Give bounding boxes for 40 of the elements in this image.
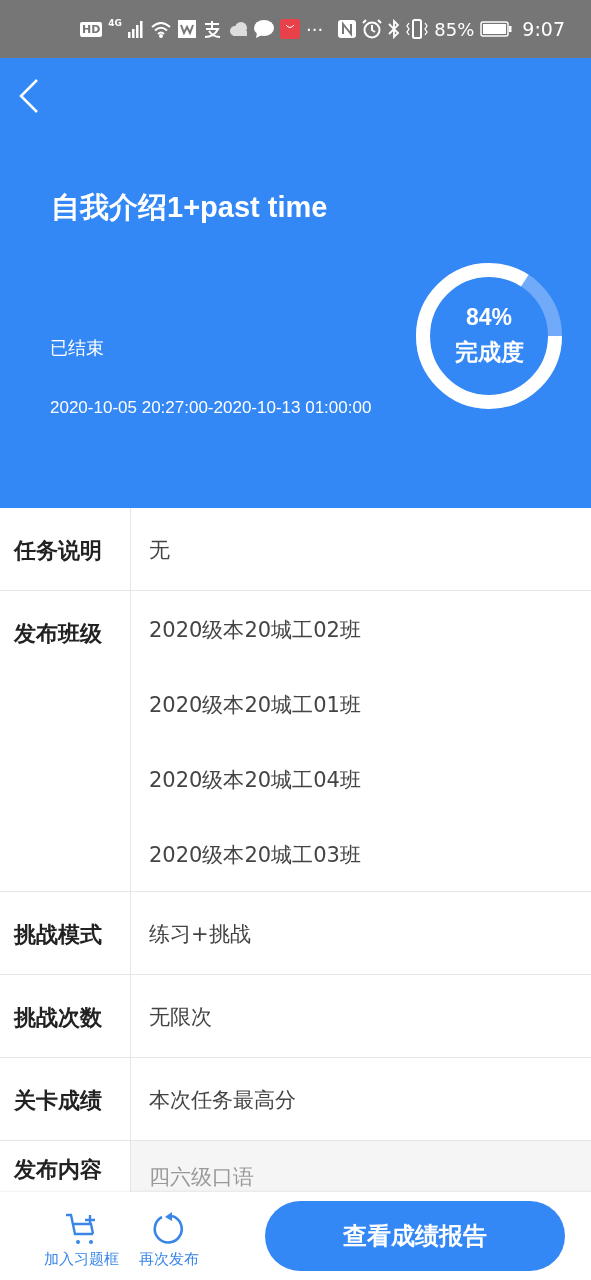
signal-icon [128,20,144,38]
more-indicator: ··· [306,18,324,40]
field-value: 2020级本20城工03班 [148,842,362,869]
action-button[interactable]: 加入习题框 [44,1211,119,1269]
back-icon[interactable] [18,78,40,114]
time-range: 2020-10-05 20:27:00-2020-10-13 01:00:00 [50,398,372,418]
hd-badge: HD [80,21,103,37]
field-label: 任务说明 [0,508,131,590]
chat-bubble-icon [254,20,274,38]
document-icon [178,20,196,38]
field-label: 关卡成绩 [0,1058,131,1140]
field-value: 2020级本20城工04班 [148,767,362,794]
network-label: 4G [108,18,122,28]
completion-label: 完成度 [454,338,524,367]
vibrate-icon [406,19,429,39]
action-button[interactable]: 再次发布 [139,1211,199,1269]
field-label: 发布班级 [0,591,131,891]
pay-icon [202,20,222,38]
field-value: 无限次 [148,1004,213,1031]
task-title: 自我介绍1+past time [51,190,328,225]
nfc-icon [338,20,357,38]
clock-time: 9:07 [522,18,565,40]
field-value: 无 [148,537,171,564]
field-label: 挑战次数 [0,975,131,1057]
task-status: 已结束 [50,336,104,360]
field-value: 四六级口语 [148,1164,255,1191]
field-value: 2020级本20城工02班 [148,617,362,644]
view-report-button[interactable]: 查看成绩报告 [265,1201,565,1271]
battery-icon [480,21,513,37]
cloud-icon [228,22,248,36]
field-value: 本次任务最高分 [148,1087,297,1114]
field-value: 2020级本20城工01班 [148,692,362,719]
field-value: 练习+挑战 [148,921,252,948]
completion-percent: 84% [465,304,512,331]
alarm-icon [362,19,383,39]
battery-percent: 85% [434,18,475,40]
bluetooth-icon [388,19,401,39]
wifi-icon [150,20,172,38]
refresh-icon [152,1211,186,1246]
field-label: 挑战模式 [0,892,131,974]
